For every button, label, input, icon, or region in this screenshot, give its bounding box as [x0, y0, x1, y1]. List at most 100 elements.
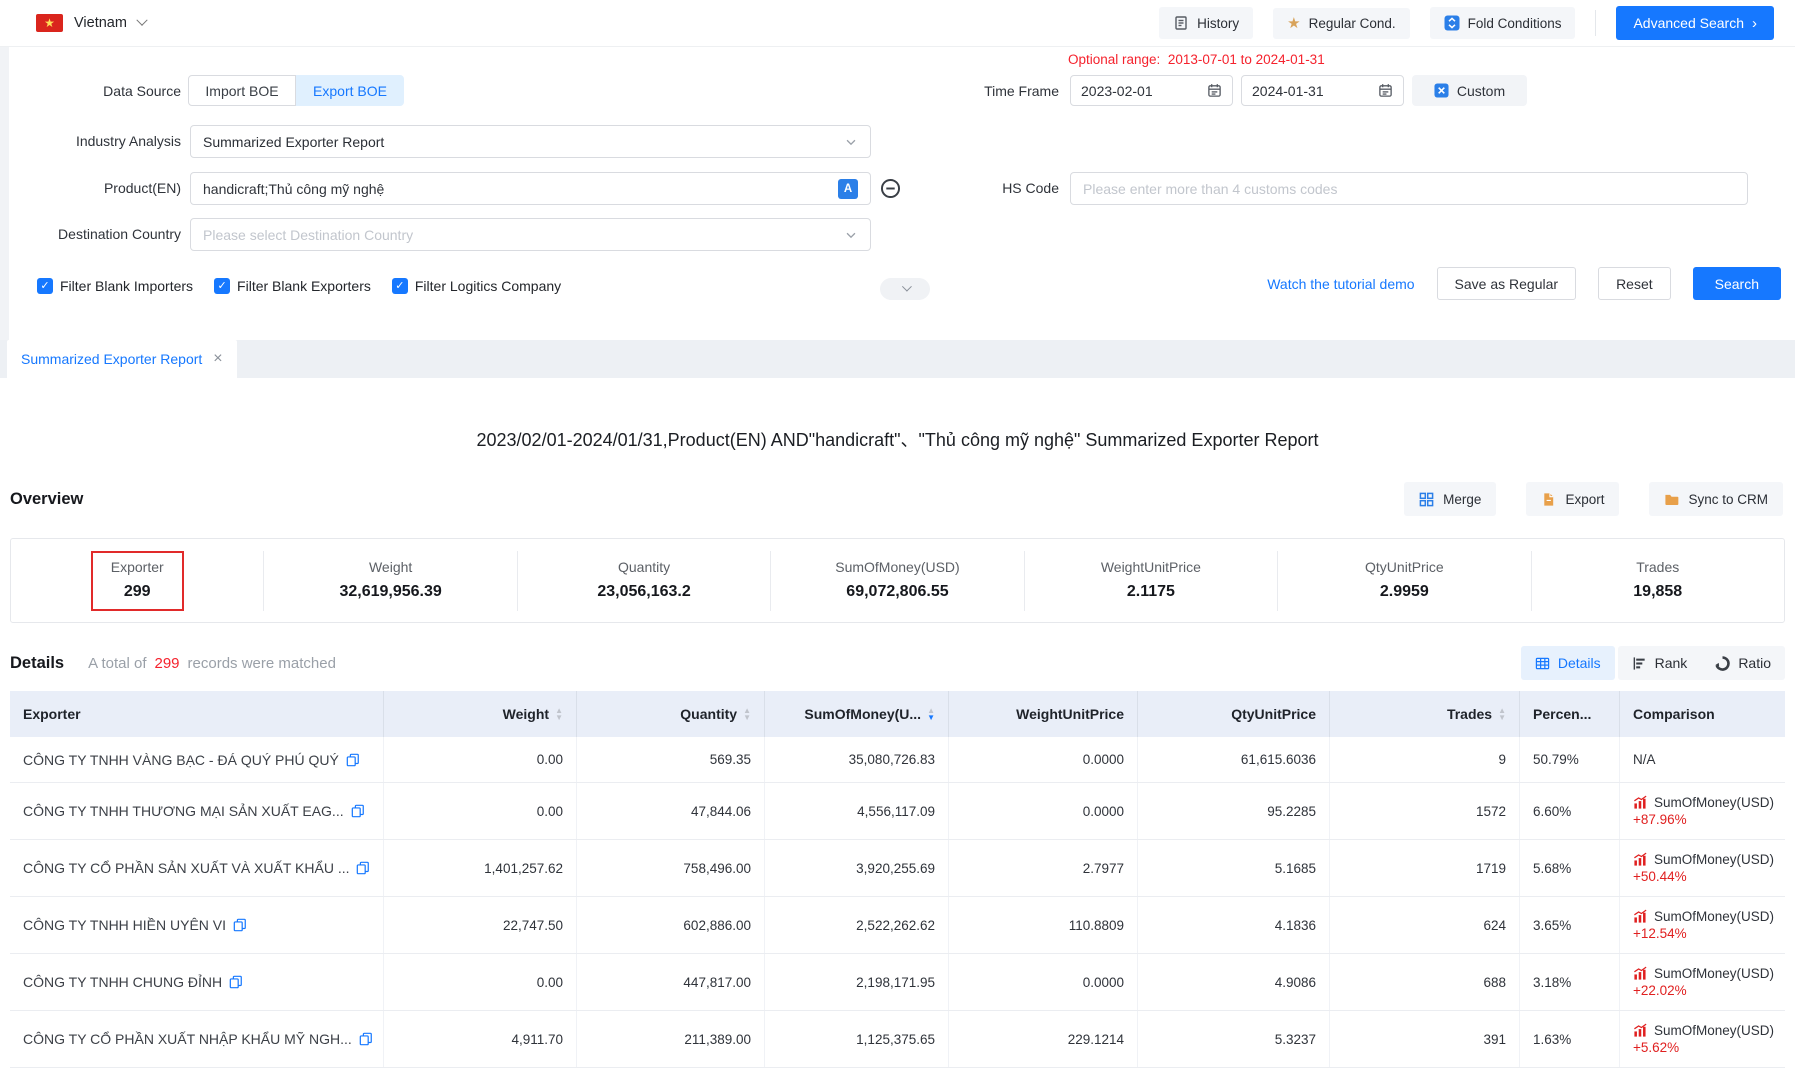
date-from-input[interactable]	[1070, 75, 1233, 106]
merge-button[interactable]: Merge	[1404, 482, 1496, 516]
comparison-cell: SumOfMoney(USD) +50.44%	[1620, 840, 1785, 896]
close-icon[interactable]: ×	[213, 351, 222, 367]
search-button[interactable]: Search	[1693, 267, 1781, 300]
top-toolbar: ★ Vietnam History ★ Regular Cond. Fold C…	[0, 0, 1795, 47]
destination-placeholder: Please select Destination Country	[203, 227, 413, 243]
view-ratio-button[interactable]: Ratio	[1701, 646, 1785, 680]
copy-icon[interactable]	[346, 753, 360, 767]
comparison-change: +22.02%	[1633, 983, 1687, 998]
destination-country-select[interactable]: Please select Destination Country	[190, 218, 871, 251]
weight-unit-price-cell: 0.0000	[949, 783, 1138, 839]
product-en-field[interactable]	[203, 181, 838, 197]
comparison-cell: SumOfMoney(USD) +22.02%	[1620, 954, 1785, 1010]
translate-icon[interactable]: A	[838, 179, 858, 199]
date-to-field[interactable]	[1252, 83, 1370, 99]
fold-conditions-button[interactable]: Fold Conditions	[1430, 7, 1576, 39]
chevron-down-icon	[844, 228, 858, 242]
view-details-button[interactable]: Details	[1521, 646, 1615, 680]
chevron-down-icon	[844, 135, 858, 149]
sync-to-crm-button[interactable]: Sync to CRM	[1649, 482, 1783, 516]
sort-carets[interactable]: ▲▼	[743, 707, 751, 721]
hs-code-input[interactable]	[1070, 172, 1748, 205]
filter-logistics-checkbox[interactable]: ✓ Filter Logitics Company	[392, 278, 561, 294]
details-title: Details	[10, 654, 64, 673]
weight-unit-price-cell: 0.0000	[949, 954, 1138, 1010]
header-comparison: Comparison	[1620, 691, 1785, 737]
toolbar-divider	[1595, 10, 1596, 36]
calendar-icon[interactable]	[1207, 83, 1222, 98]
trend-up-icon	[1633, 966, 1648, 981]
sum-cell: 2,198,171.95	[765, 954, 949, 1010]
copy-icon[interactable]	[233, 918, 247, 932]
header-weight[interactable]: Weight ▲▼	[384, 691, 577, 737]
copy-icon[interactable]	[229, 975, 243, 989]
table-row[interactable]: CÔNG TY TNHH HIỀN UYÊN VI 22,747.50 602,…	[10, 897, 1785, 954]
data-source-label: Data Source	[0, 75, 181, 108]
report-title: 2023/02/01-2024/01/31,Product(EN) AND"ha…	[10, 426, 1785, 452]
exporter-name: CÔNG TY TNHH CHUNG ĐỈNH	[23, 974, 222, 990]
filter-blank-importers-checkbox[interactable]: ✓ Filter Blank Importers	[37, 278, 193, 294]
quantity-cell: 602,886.00	[577, 897, 765, 953]
calendar-icon[interactable]	[1378, 83, 1393, 98]
country-selector[interactable]: ★ Vietnam	[36, 14, 146, 32]
qty-unit-price-cell: 61,615.6036	[1138, 737, 1330, 782]
date-from-field[interactable]	[1081, 83, 1199, 99]
save-as-regular-button[interactable]: Save as Regular	[1437, 267, 1577, 300]
export-boe-button[interactable]: Export BOE	[296, 75, 404, 106]
quantity-cell: 47,844.06	[577, 783, 765, 839]
overview-header: Overview Merge Export Sync to CRM	[10, 482, 1785, 516]
filter-blank-exporters-checkbox[interactable]: ✓ Filter Blank Exporters	[214, 278, 371, 294]
merge-icon	[1419, 492, 1434, 507]
table-row[interactable]: CÔNG TY TNHH THƯƠNG MẠI SẢN XUẤT EAG... …	[10, 783, 1785, 840]
header-percent: Percen...	[1520, 691, 1620, 737]
table-row[interactable]: CÔNG TY CỔ PHẦN SẢN XUẤT VÀ XUẤT KHẨU ..…	[10, 840, 1785, 897]
weight-cell: 22,747.50	[384, 897, 577, 953]
table-row[interactable]: CÔNG TY TNHH VÀNG BẠC - ĐÁ QUÝ PHÚ QUÝ 0…	[10, 737, 1785, 783]
import-boe-button[interactable]: Import BOE	[188, 75, 296, 106]
sort-carets[interactable]: ▲▼	[1498, 707, 1506, 721]
header-quantity[interactable]: Quantity ▲▼	[577, 691, 765, 737]
expand-conditions-button[interactable]	[880, 278, 930, 300]
matched-count: 299	[154, 655, 179, 672]
advanced-search-button[interactable]: Advanced Search ›	[1616, 6, 1774, 40]
header-trades[interactable]: Trades ▲▼	[1330, 691, 1520, 737]
fold-conditions-icon	[1444, 15, 1460, 31]
table-row[interactable]: CÔNG TY TNHH CHUNG ĐỈNH 0.00 447,817.00 …	[10, 954, 1785, 1011]
copy-icon[interactable]	[351, 804, 365, 818]
sort-carets[interactable]: ▲▼	[555, 707, 563, 721]
date-to-input[interactable]	[1241, 75, 1404, 106]
overview-title: Overview	[10, 490, 83, 509]
sort-carets-active-desc[interactable]: ▲▼	[927, 707, 935, 721]
report-content: 2023/02/01-2024/01/31,Product(EN) AND"ha…	[0, 378, 1795, 1059]
copy-icon[interactable]	[359, 1032, 373, 1046]
custom-icon	[1434, 83, 1449, 98]
history-button[interactable]: History	[1159, 7, 1253, 39]
sum-cell: 35,080,726.83	[765, 737, 949, 782]
optional-range-note: Optional range: 2013-07-01 to 2024-01-31	[1068, 52, 1325, 67]
copy-icon[interactable]	[356, 861, 370, 875]
weight-cell: 0.00	[384, 783, 577, 839]
tab-summarized-exporter-report[interactable]: Summarized Exporter Report ×	[7, 340, 237, 378]
checkbox-checked-icon: ✓	[37, 278, 53, 294]
time-frame-label: Time Frame	[880, 75, 1059, 108]
reset-button[interactable]: Reset	[1598, 267, 1671, 300]
product-en-input[interactable]: A	[190, 172, 871, 205]
stat-qty-unit-price: QtyUnitPrice 2.9959	[1277, 551, 1530, 611]
hs-code-field[interactable]	[1083, 181, 1735, 197]
header-sum-of-money[interactable]: SumOfMoney(U... ▲▼	[765, 691, 949, 737]
history-icon	[1173, 15, 1189, 31]
industry-analysis-select[interactable]: Summarized Exporter Report	[190, 125, 871, 158]
overview-stats: Exporter 299 Weight 32,619,956.39 Quanti…	[10, 538, 1785, 623]
table-row[interactable]: CÔNG TY CỔ PHẦN XUẤT NHẬP KHẨU MỸ NGH...…	[10, 1011, 1785, 1068]
tutorial-link[interactable]: Watch the tutorial demo	[1267, 276, 1414, 292]
regular-cond-button[interactable]: ★ Regular Cond.	[1273, 8, 1410, 39]
comparison-change: +12.54%	[1633, 926, 1687, 941]
quantity-cell: 569.35	[577, 737, 765, 782]
export-button[interactable]: Export	[1526, 482, 1619, 516]
custom-range-button[interactable]: Custom	[1412, 75, 1527, 106]
search-form: Optional range: 2013-07-01 to 2024-01-31…	[0, 47, 1795, 340]
details-header: Details A total of299records were matche…	[10, 645, 1785, 681]
toolbar-actions: History ★ Regular Cond. Fold Conditions …	[1159, 6, 1795, 40]
view-rank-button[interactable]: Rank	[1618, 646, 1702, 680]
form-actions: Watch the tutorial demo Save as Regular …	[1267, 267, 1781, 300]
